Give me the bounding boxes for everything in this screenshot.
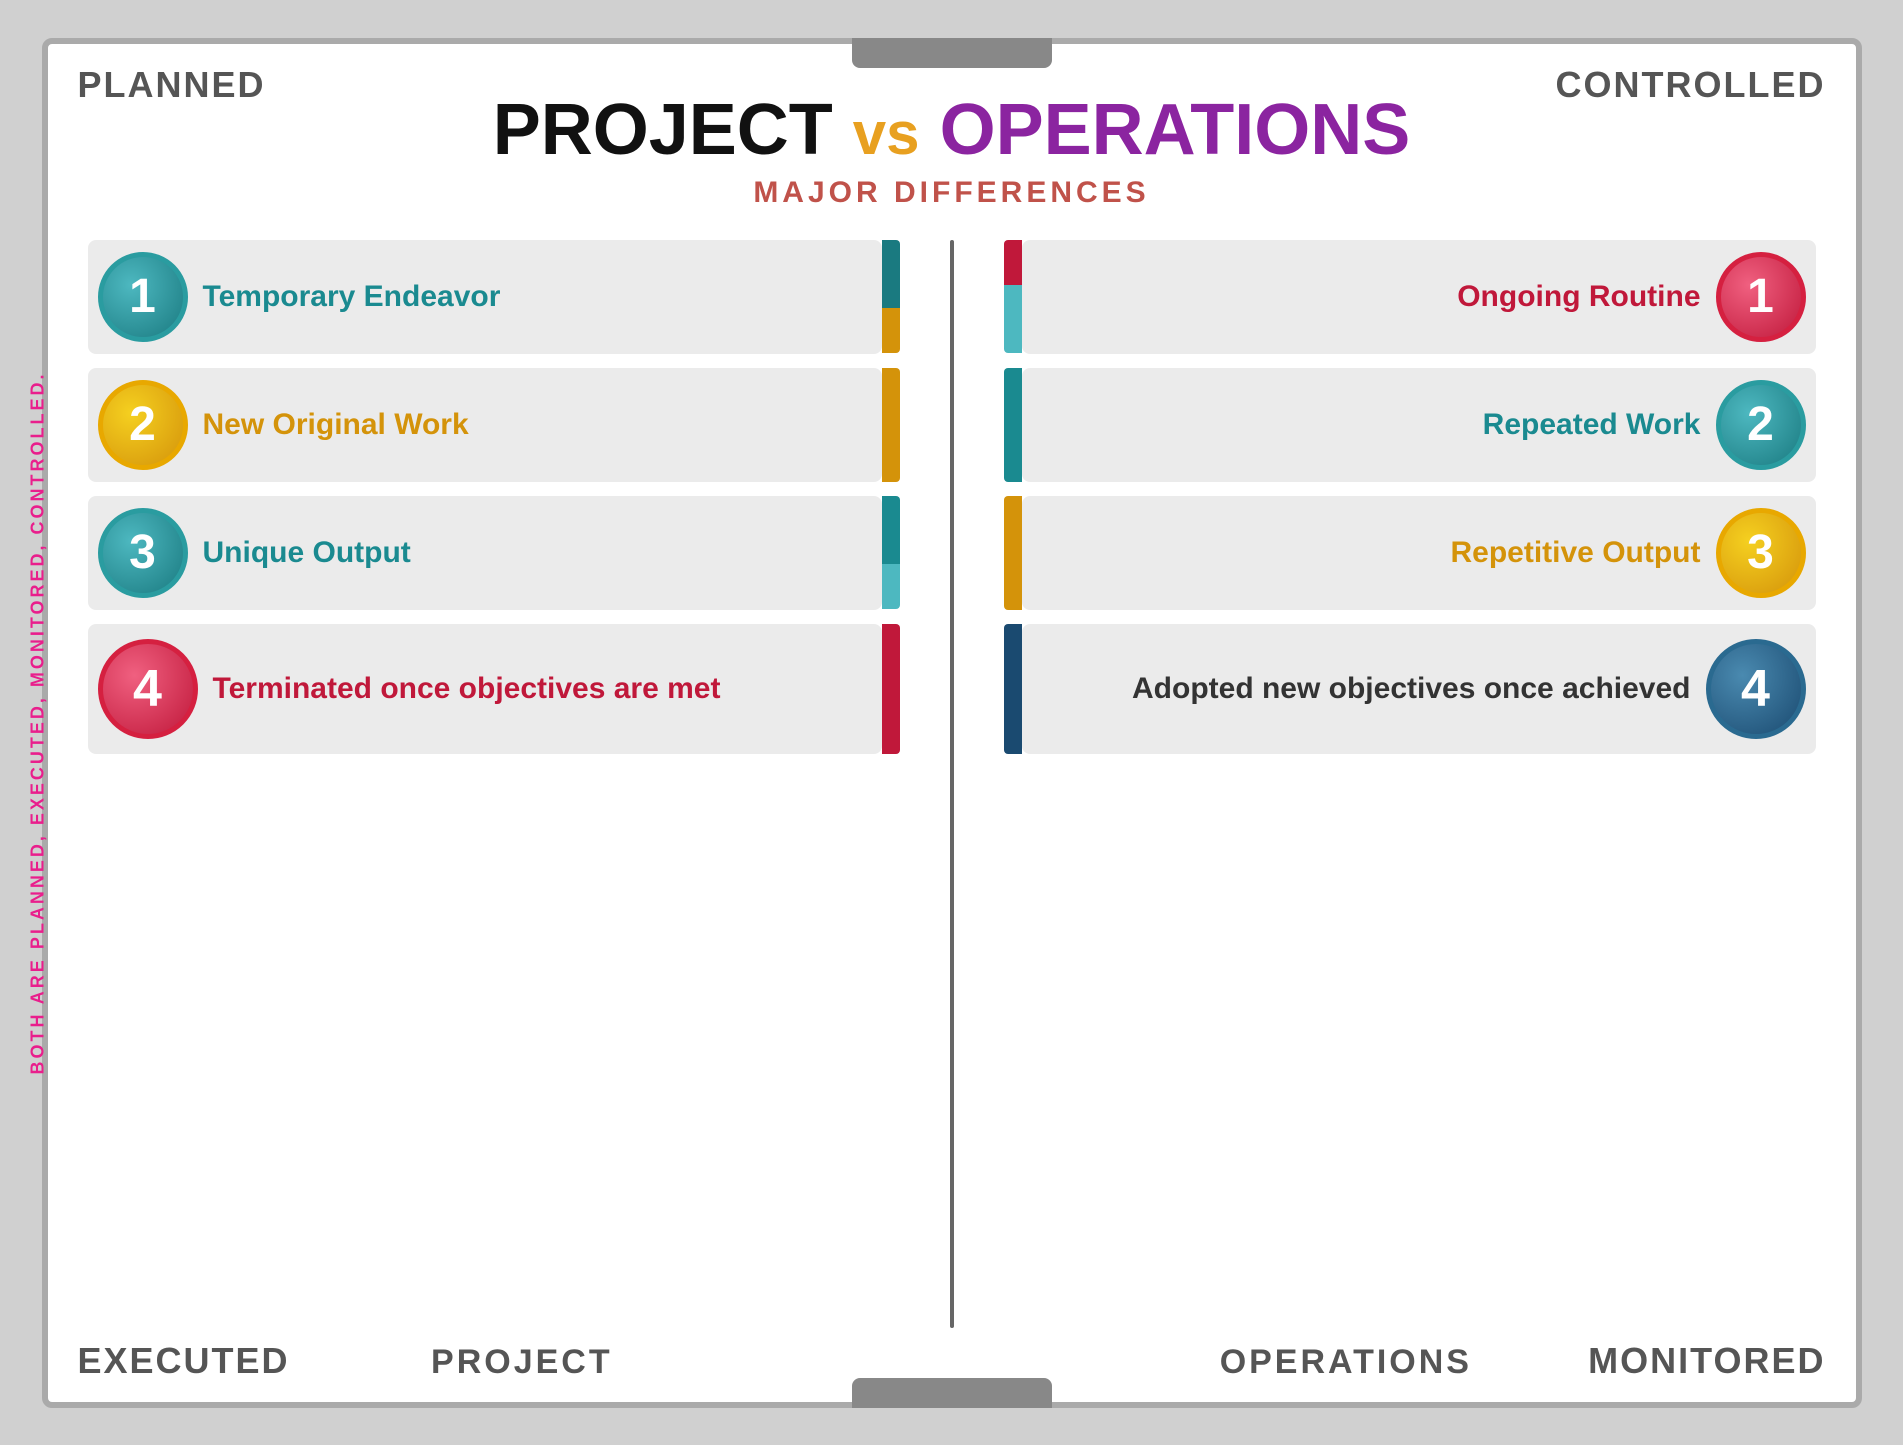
ops-row-2: Repeated Work 2 xyxy=(1022,368,1816,482)
label-operations: OPERATIONS xyxy=(1220,1343,1472,1382)
ops-text-2: Repeated Work xyxy=(1037,408,1701,442)
title-project: PROJECT xyxy=(493,90,833,170)
main-title: PROJECT vs OPERATIONS xyxy=(493,94,1411,166)
ops-circle-4: 4 xyxy=(1706,639,1806,739)
corner-controlled: CONTROLLED xyxy=(1556,64,1826,106)
top-tab xyxy=(852,38,1052,68)
subtitle: MAJOR DIFFERENCES xyxy=(753,176,1149,210)
project-circle-4: 4 xyxy=(98,639,198,739)
project-text-3: Unique Output xyxy=(203,536,867,570)
bottom-labels: PROJECT OPERATIONS xyxy=(88,1343,1816,1382)
ops-row-3: Repetitive Output 3 xyxy=(1022,496,1816,610)
main-container: PLANNED CONTROLLED EXECUTED MONITORED BO… xyxy=(42,38,1862,1408)
ops-text-1: Ongoing Routine xyxy=(1037,280,1701,314)
project-circle-1: 1 xyxy=(98,252,188,342)
ops-row-4: Adopted new objectives once achieved 4 xyxy=(1022,624,1816,754)
content-area: 1 Temporary Endeavor 2 New Original Work… xyxy=(88,240,1816,1328)
center-divider xyxy=(942,240,962,1328)
project-text-4: Terminated once objectives are met xyxy=(213,672,867,706)
label-project: PROJECT xyxy=(431,1343,613,1382)
corner-executed: EXECUTED xyxy=(78,1340,290,1382)
project-row-2: 2 New Original Work xyxy=(88,368,882,482)
ops-text-3: Repetitive Output xyxy=(1037,536,1701,570)
center-line xyxy=(950,240,954,1328)
operations-side: Ongoing Routine 1 Repeated Work 2 Repeti… xyxy=(962,240,1816,1328)
project-text-1: Temporary Endeavor xyxy=(203,280,867,314)
project-row-1: 1 Temporary Endeavor xyxy=(88,240,882,354)
ops-circle-2: 2 xyxy=(1716,380,1806,470)
ops-row-1: Ongoing Routine 1 xyxy=(1022,240,1816,354)
title-operations: OPERATIONS xyxy=(940,90,1411,170)
project-circle-3: 3 xyxy=(98,508,188,598)
ops-circle-1: 1 xyxy=(1716,252,1806,342)
ops-text-4: Adopted new objectives once achieved xyxy=(1037,672,1691,706)
bottom-tab xyxy=(852,1378,1052,1408)
title-vs: vs xyxy=(853,100,920,167)
project-circle-2: 2 xyxy=(98,380,188,470)
project-side: 1 Temporary Endeavor 2 New Original Work… xyxy=(88,240,942,1328)
project-text-2: New Original Work xyxy=(203,408,867,442)
project-row-4: 4 Terminated once objectives are met xyxy=(88,624,882,754)
ops-circle-3: 3 xyxy=(1716,508,1806,598)
project-row-3: 3 Unique Output xyxy=(88,496,882,610)
corner-monitored: MONITORED xyxy=(1588,1340,1825,1382)
corner-planned: PLANNED xyxy=(78,64,266,106)
side-text: BOTH ARE PLANNED, EXECUTED, MONITORED, C… xyxy=(27,371,48,1074)
